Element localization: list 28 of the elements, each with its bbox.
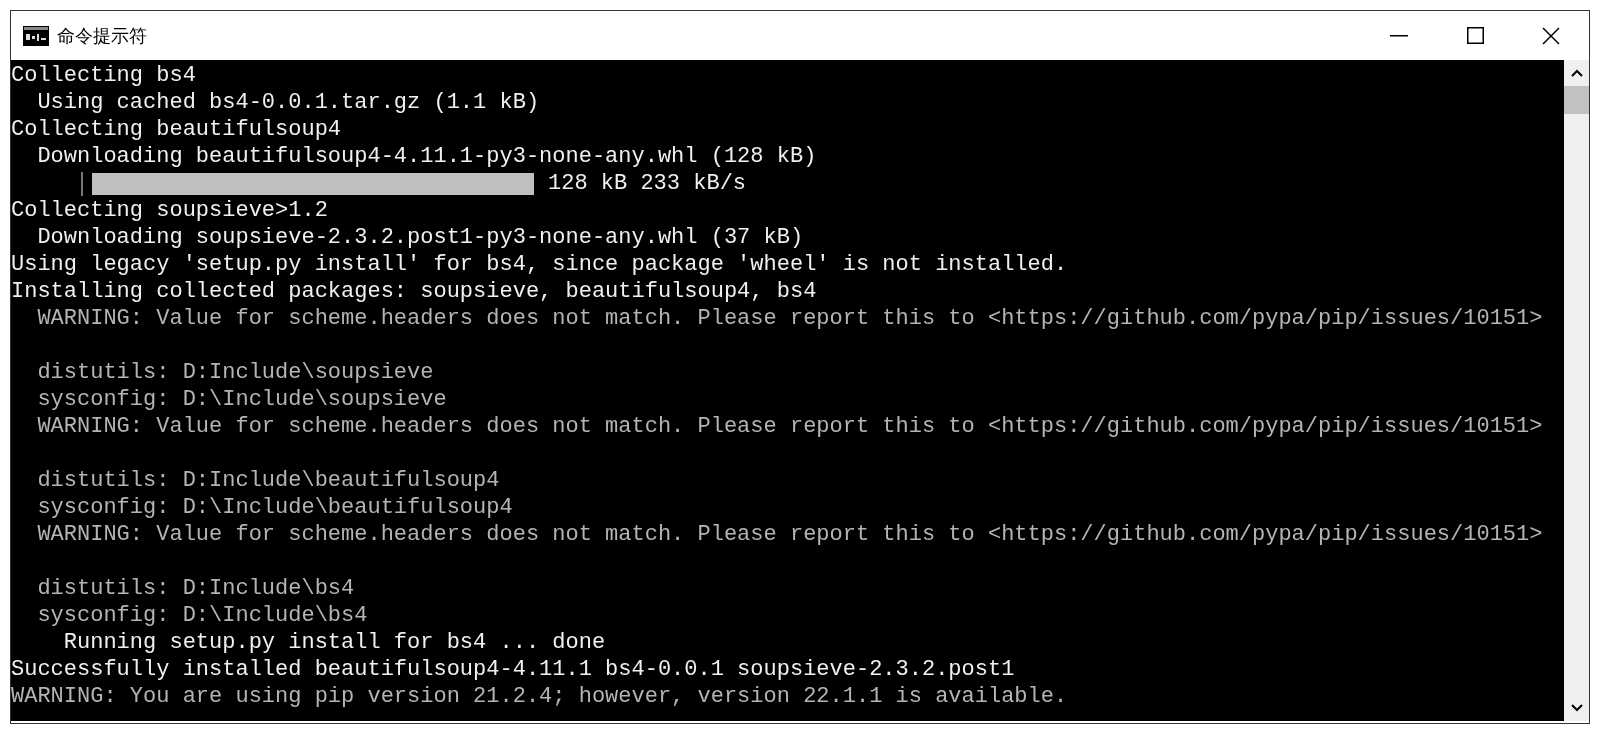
console-line: WARNING: Value for scheme.headers does not match. Please report this to <https://github.com/pypa/pip/issues/10151> — [36, 413, 1543, 440]
console-line: Running setup.py install for bs4 ... done — [62, 629, 606, 656]
console-line: Using cached bs4-0.0.1.tar.gz (1.1 kB) — [36, 89, 540, 116]
console-line: distutils: D:Include\beautifulsoup4 — [36, 467, 500, 494]
console-line: Using legacy 'setup.py install' for bs4, since package 'wheel' is not installed. — [11, 251, 1068, 278]
console-line: Collecting bs4 — [11, 62, 196, 89]
console-line: sysconfig: D:\Include\beautifulsoup4 — [36, 494, 513, 521]
close-icon — [1542, 26, 1560, 45]
maximize-icon — [1466, 27, 1484, 44]
console-line: Collecting beautifulsoup4 — [11, 116, 342, 143]
console-line: distutils: D:Include\bs4 — [36, 575, 355, 602]
scroll-thumb[interactable] — [1564, 86, 1589, 114]
console-line: sysconfig: D:\Include\soupsieve — [36, 386, 447, 413]
console-line: Downloading beautifulsoup4-4.11.1-py3-none-any.whl (128 kB) — [36, 143, 817, 170]
console-line: Successfully installed beautifulsoup4-4.11.1 bs4-0.0.1 soupsieve-2.3.2.post1 — [11, 656, 1015, 683]
console-line: 128 kB 233 kB/s — [548, 170, 747, 197]
console-line: Downloading soupsieve-2.3.2.post1-py3-none-any.whl (37 kB) — [36, 224, 804, 251]
console-line: WARNING: Value for scheme.headers does not match. Please report this to <https://github.com/pypa/pip/issues/10151> — [36, 521, 1543, 548]
console-line: WARNING: You are using pip version 21.2.4; however, version 22.1.1 is available. — [11, 683, 1068, 710]
console-line: sysconfig: D:\Include\bs4 — [36, 602, 368, 629]
scrollbar[interactable] — [1564, 60, 1589, 721]
console-icon — [23, 25, 49, 46]
minimize-icon — [1390, 34, 1408, 37]
console-line: Installing collected packages: soupsieve, beautifulsoup4, bs4 — [11, 278, 817, 305]
console-line: distutils: D:Include\soupsieve — [36, 359, 434, 386]
console-line: WARNING: Value for scheme.headers does not match. Please report this to <https://github.com/pypa/pip/issues/10151> — [36, 305, 1543, 332]
console-line: Collecting soupsieve>1.2 — [11, 197, 328, 224]
window-title: 命令提示符 — [57, 23, 148, 48]
